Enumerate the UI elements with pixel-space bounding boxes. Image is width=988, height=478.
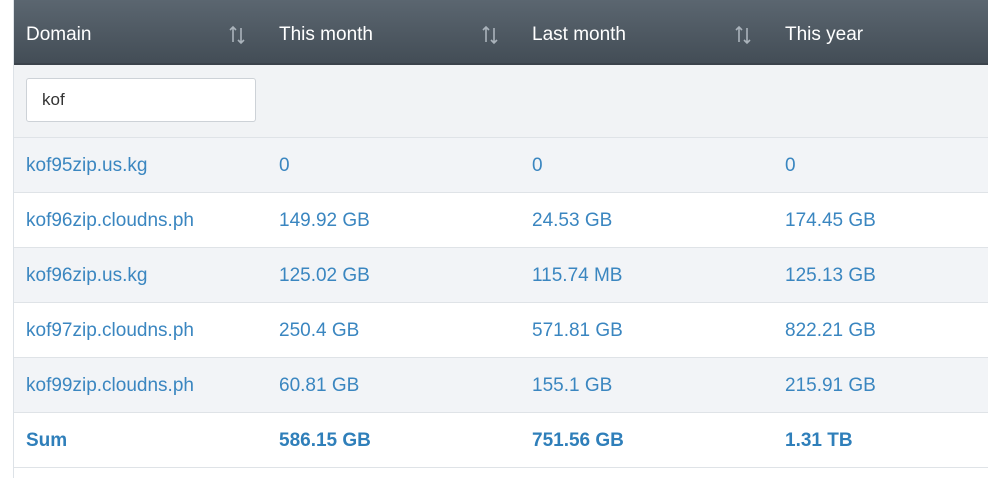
last-month-value[interactable]: 115.74 MB [520,248,773,302]
this-month-value[interactable]: 60.81 GB [267,358,520,412]
this-year-value[interactable]: 125.13 GB [773,248,988,302]
this-month-value[interactable]: 0 [267,138,520,192]
column-header-this-year[interactable]: This year [773,0,988,63]
this-year-value[interactable]: 822.21 GB [773,303,988,357]
this-month-value[interactable]: 125.02 GB [267,248,520,302]
this-month-value[interactable]: 149.92 GB [267,193,520,247]
this-year-value[interactable]: 174.45 GB [773,193,988,247]
sum-this-month: 586.15 GB [279,430,371,451]
this-month-value[interactable]: 250.4 GB [267,303,520,357]
sort-arrows-icon[interactable] [482,25,498,45]
column-header-label: Last month [532,24,626,45]
column-header-this-month[interactable]: This month [267,0,520,63]
table-row: kof95zip.us.kg 0 0 0 [14,138,988,193]
sum-label: Sum [26,430,68,451]
table-row: kof99zip.cloudns.ph 60.81 GB 155.1 GB 21… [14,358,988,413]
domain-link[interactable]: kof97zip.cloudns.ph [14,303,267,357]
last-month-value[interactable]: 155.1 GB [520,358,773,412]
table-header: Domain This month Last month This year [14,0,988,65]
sort-arrows-icon[interactable] [735,25,751,45]
domain-link[interactable]: kof96zip.cloudns.ph [14,193,267,247]
domain-link[interactable]: kof99zip.cloudns.ph [14,358,267,412]
sum-this-year: 1.31 TB [785,430,853,451]
last-month-value[interactable]: 24.53 GB [520,193,773,247]
domain-filter-input[interactable] [26,78,256,122]
sum-last-month: 751.56 GB [532,430,624,451]
table-row: kof96zip.us.kg 125.02 GB 115.74 MB 125.1… [14,248,988,303]
table-row: kof97zip.cloudns.ph 250.4 GB 571.81 GB 8… [14,303,988,358]
table-row: kof96zip.cloudns.ph 149.92 GB 24.53 GB 1… [14,193,988,248]
column-header-label: This month [279,24,373,45]
column-header-label: This year [785,24,864,45]
domain-link[interactable]: kof95zip.us.kg [14,138,267,192]
domain-link[interactable]: kof96zip.us.kg [14,248,267,302]
filter-row [14,65,988,138]
sum-row: Sum 586.15 GB 751.56 GB 1.31 TB [14,413,988,468]
column-header-label: Domain [26,24,92,45]
traffic-table: Domain This month Last month This year k… [14,0,988,468]
column-header-last-month[interactable]: Last month [520,0,773,63]
last-month-value[interactable]: 571.81 GB [520,303,773,357]
this-year-value[interactable]: 0 [773,138,988,192]
sort-arrows-icon[interactable] [229,25,245,45]
column-header-domain[interactable]: Domain [14,0,267,63]
this-year-value[interactable]: 215.91 GB [773,358,988,412]
last-month-value[interactable]: 0 [520,138,773,192]
